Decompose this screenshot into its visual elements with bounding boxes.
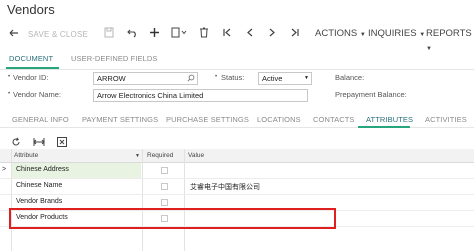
attribute-cell: Vendor Brands <box>16 198 63 205</box>
attribute-cell: Chinese Name <box>16 182 63 189</box>
column-attribute[interactable]: Attribute <box>14 152 38 159</box>
vendor-name-field[interactable]: Arrow Electronics China Limited <box>93 89 308 102</box>
required-marker: • <box>8 74 11 80</box>
first-record-icon[interactable] <box>222 27 232 38</box>
actions-label: ACTIONS <box>315 28 358 39</box>
vendor-id-field[interactable]: ARROW <box>93 72 198 85</box>
active-subtab-indicator <box>358 126 410 128</box>
next-record-icon[interactable] <box>268 27 276 38</box>
table-row[interactable]: Chinese Name 艾睿电子中国有限公司 <box>0 179 474 195</box>
undo-icon[interactable] <box>127 27 138 38</box>
save-close-button[interactable]: SAVE & CLOSE <box>28 28 88 42</box>
grid-header: Attribute ▼ Required Value <box>0 149 474 163</box>
toolbar: SAVE & CLOSE ACTIONS ▼ INQUIRIES ▼ REPOR… <box>0 22 474 52</box>
status-select[interactable]: Active ▼ <box>258 72 312 85</box>
attributes-grid: Attribute ▼ Required Value > Chinese Add… <box>0 149 474 251</box>
tab-contacts[interactable]: CONTACTS <box>313 115 355 124</box>
last-record-icon[interactable] <box>290 27 300 38</box>
required-checkbox[interactable] <box>161 167 168 174</box>
balance-label: Balance: <box>335 73 365 82</box>
tab-purchase-settings[interactable]: PURCHASE SETTINGS <box>166 115 249 124</box>
table-row[interactable]: > Chinese Address <box>0 163 474 179</box>
page-title: Vendors <box>7 2 55 17</box>
document-tabs: DOCUMENT USER-DEFINED FIELDS <box>0 47 474 70</box>
tab-attributes[interactable]: ATTRIBUTES <box>366 115 413 124</box>
required-marker: • <box>215 74 218 80</box>
attribute-cell: Chinese Address <box>16 166 69 173</box>
required-checkbox[interactable] <box>161 183 168 190</box>
vendor-id-value: ARROW <box>97 74 126 83</box>
inquiries-label: INQUIRIES <box>368 28 417 39</box>
required-marker: • <box>8 91 11 97</box>
tab-general-info[interactable]: GENERAL INFO <box>12 115 69 124</box>
active-tab-indicator <box>6 67 59 69</box>
vendor-id-label: Vendor ID: <box>13 73 49 82</box>
vendor-form: • Vendor ID: ARROW • Status: Active ▼ Ba… <box>0 70 474 108</box>
value-cell[interactable]: 艾睿电子中国有限公司 <box>190 182 260 192</box>
vendor-name-label: Vendor Name: <box>13 90 61 99</box>
delete-icon[interactable] <box>199 27 209 38</box>
prepayment-balance-label: Prepayment Balance: <box>335 90 407 99</box>
grid-toolbar <box>0 130 474 148</box>
detail-tabs: GENERAL INFO PAYMENT SETTINGS PURCHASE S… <box>0 111 474 128</box>
previous-record-icon[interactable] <box>246 27 254 38</box>
column-menu-icon[interactable]: ▼ <box>135 153 140 159</box>
column-value[interactable]: Value <box>188 152 204 159</box>
tab-locations[interactable]: LOCATIONS <box>257 115 301 124</box>
chevron-down-icon: ▼ <box>304 75 309 81</box>
tab-user-defined-fields[interactable]: USER-DEFINED FIELDS <box>71 54 158 63</box>
tab-document[interactable]: DOCUMENT <box>9 54 53 63</box>
back-icon[interactable] <box>8 27 20 39</box>
search-icon[interactable] <box>187 74 195 85</box>
inquiries-menu[interactable]: INQUIRIES ▼ <box>368 27 425 42</box>
copy-paste-icon[interactable] <box>171 27 187 38</box>
actions-menu[interactable]: ACTIONS ▼ <box>315 27 366 42</box>
status-label: Status: <box>221 73 245 82</box>
tab-payment-settings[interactable]: PAYMENT SETTINGS <box>82 115 158 124</box>
required-checkbox[interactable] <box>161 199 168 206</box>
add-icon[interactable] <box>149 27 160 38</box>
row-indicator-icon: > <box>2 166 7 173</box>
vendor-name-value: Arrow Electronics China Limited <box>97 91 204 100</box>
highlight-box <box>9 208 336 229</box>
tab-activities[interactable]: ACTIVITIES <box>425 115 467 124</box>
save-icon[interactable] <box>104 27 114 38</box>
status-value: Active <box>262 74 283 83</box>
reports-label: REPORTS <box>426 28 472 39</box>
chevron-down-icon: ▼ <box>419 32 426 38</box>
chevron-down-icon: ▼ <box>359 32 366 38</box>
column-required[interactable]: Required <box>147 152 173 159</box>
